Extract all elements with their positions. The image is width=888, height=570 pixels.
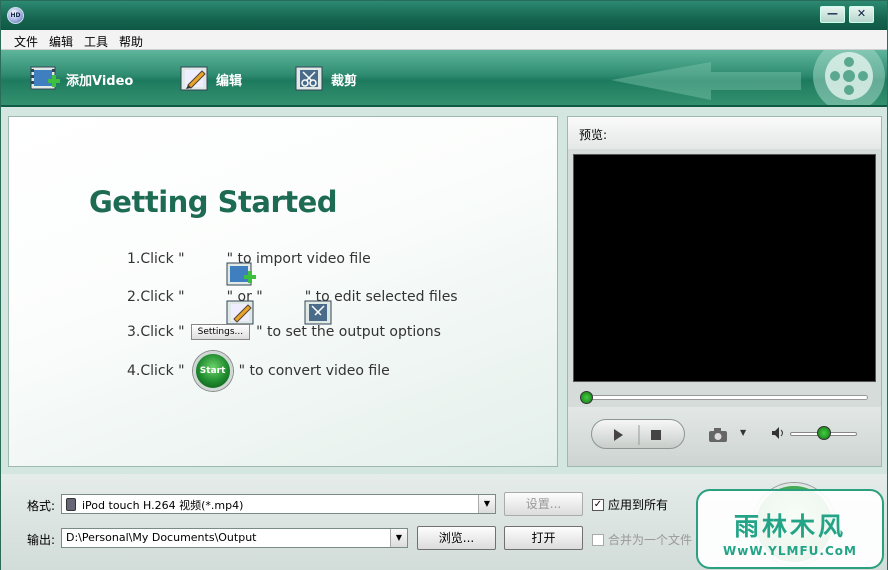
playback-controls: ▼ [568,407,881,466]
menu-help[interactable]: 帮助 [119,33,143,50]
minimize-button[interactable]: — [820,6,845,23]
toolbar: 添加Video 编辑 裁剪 [1,50,887,107]
chevron-down-icon[interactable]: ▼ [390,529,407,547]
settings-button[interactable]: 设置... [504,492,583,516]
add-video-icon [30,65,60,93]
step-3-prefix: 3.Click " [127,324,185,340]
watermark-logo: 雨林木风 WwW.YLMFU.CoM [696,489,884,569]
watermark-name: 雨林木风 [733,512,846,541]
seek-bar[interactable] [581,395,868,400]
step-4-suffix: " to convert video file [238,363,390,379]
decorative-arrow [611,50,885,105]
settings-mini-button: Settings... [190,324,251,340]
merge-label: 合并为一个文件 [608,533,693,547]
apply-all-checkbox[interactable]: ✓ 应用到所有 [592,496,668,513]
open-button[interactable]: 打开 [504,526,583,550]
app-icon: HD [7,7,24,24]
edit-icon [180,65,210,93]
title-bar[interactable]: HD — ✕ [1,1,887,30]
edit-label: 编辑 [216,73,243,89]
add-video-button[interactable]: 添加Video [30,63,133,95]
getting-started-panel: Getting Started 1.Click " " to import vi… [8,116,558,467]
browse-button[interactable]: 浏览... [417,526,496,550]
chevron-down-icon[interactable]: ▼ [478,495,495,513]
watermark-url: WwW.YLMFU.CoM [723,544,857,558]
format-value: iPod touch H.264 视频(*.mp4) [82,499,244,512]
edit-icon [191,283,254,325]
trim-icon [269,283,332,325]
format-label: 格式: [27,499,56,513]
format-select[interactable]: iPod touch H.264 视频(*.mp4) ▼ [61,494,496,514]
snapshot-dropdown-icon[interactable]: ▼ [740,428,746,437]
snapshot-button[interactable] [708,427,728,443]
trim-button[interactable]: 裁剪 [295,63,357,95]
output-path-value: D:\Personal\My Documents\Output [66,531,257,544]
output-path-select[interactable]: D:\Personal\My Documents\Output ▼ [61,528,408,548]
volume-handle[interactable] [816,426,831,440]
step-2: 2.Click " " or " " to edit selected file… [127,283,458,325]
merge-checkbox[interactable]: 合并为一个文件 [592,531,692,548]
step-4-prefix: 4.Click " [127,363,185,379]
menu-file[interactable]: 文件 [14,33,38,50]
camera-icon [709,428,727,442]
preview-label: 预览: [568,117,881,149]
menu-edit[interactable]: 编辑 [49,33,73,50]
output-label: 输出: [27,533,56,547]
checkbox-checked-icon: ✓ [592,498,604,511]
step-2-prefix: 2.Click " [127,289,185,305]
seek-handle[interactable] [580,391,593,404]
checkbox-unchecked-icon [592,533,604,546]
close-button[interactable]: ✕ [849,6,874,23]
preview-panel: 预览: ▼ [567,116,882,467]
menu-tools[interactable]: 工具 [84,33,108,50]
app-window: HD — ✕ 文件 编辑 工具 帮助 添加Video 编辑 裁剪 Getting… [0,0,888,570]
step-3-suffix: " to set the output options [256,324,441,340]
step-4: 4.Click " Start " to convert video file [127,351,390,391]
step-1: 1.Click " " to import video file [127,245,371,286]
ipod-icon [66,498,76,511]
step-3: 3.Click " Settings... " to set the outpu… [127,324,441,340]
add-video-label: 添加Video [66,73,134,89]
preview-screen [573,154,876,382]
volume-icon[interactable] [771,426,785,443]
stop-button[interactable] [639,420,686,450]
edit-button[interactable]: 编辑 [180,63,242,95]
trim-label: 裁剪 [331,73,358,89]
menu-bar: 文件 编辑 工具 帮助 [1,30,887,50]
trim-icon [295,65,325,93]
play-stop-group [591,419,685,449]
add-video-icon [191,245,257,286]
play-button[interactable] [592,420,639,450]
start-mini-icon: Start [192,351,233,391]
apply-all-label: 应用到所有 [608,498,669,512]
step-1-prefix: 1.Click " [127,251,185,267]
getting-started-title: Getting Started [89,185,338,219]
